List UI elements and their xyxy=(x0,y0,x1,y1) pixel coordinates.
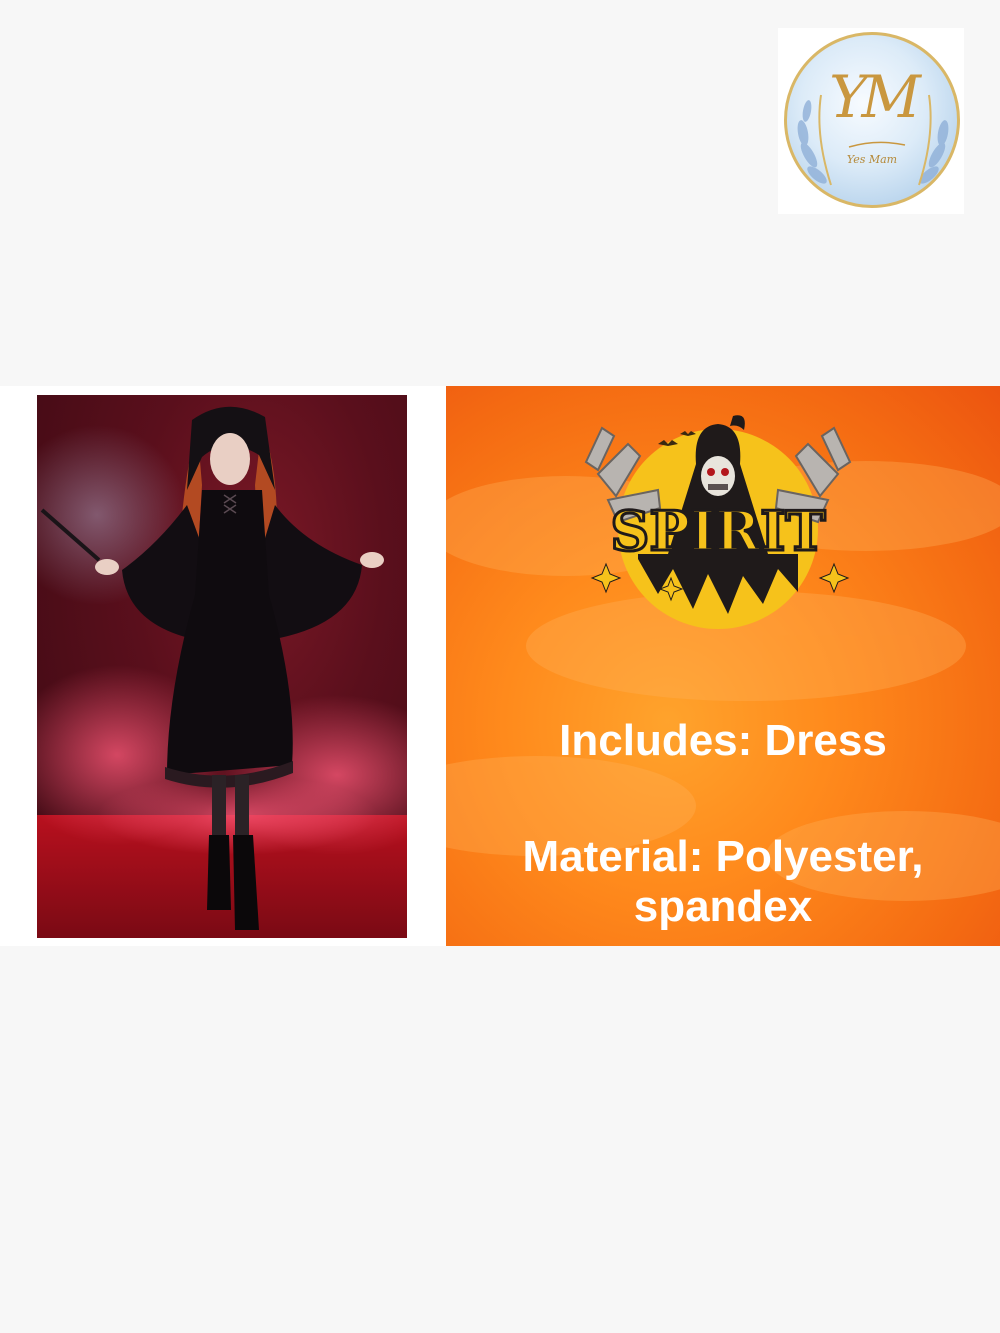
product-banner: SPIRIT Includes: Dress Material: Polyest… xyxy=(0,386,1000,946)
material-text: Material: Polyester, spandex xyxy=(446,832,1000,932)
spirit-reaper-logo-icon: SPIRIT xyxy=(584,415,852,629)
includes-text: Includes: Dress xyxy=(559,716,887,765)
spirit-wordmark: SPIRIT xyxy=(610,499,825,563)
logo-tagline: Yes Mam xyxy=(846,153,898,166)
witch-costume-photo-icon xyxy=(37,406,407,938)
material-line-1: Material: Polyester, xyxy=(522,832,924,881)
product-photo[interactable] xyxy=(37,395,407,938)
logo-circle: YM Yes Mam xyxy=(784,32,960,208)
logo-monogram: YM xyxy=(829,63,921,131)
material-line-2: spandex xyxy=(633,882,813,931)
promo-panel: SPIRIT Includes: Dress Material: Polyest… xyxy=(446,386,1000,946)
yes-mam-logo: YM Yes Mam xyxy=(778,28,964,214)
